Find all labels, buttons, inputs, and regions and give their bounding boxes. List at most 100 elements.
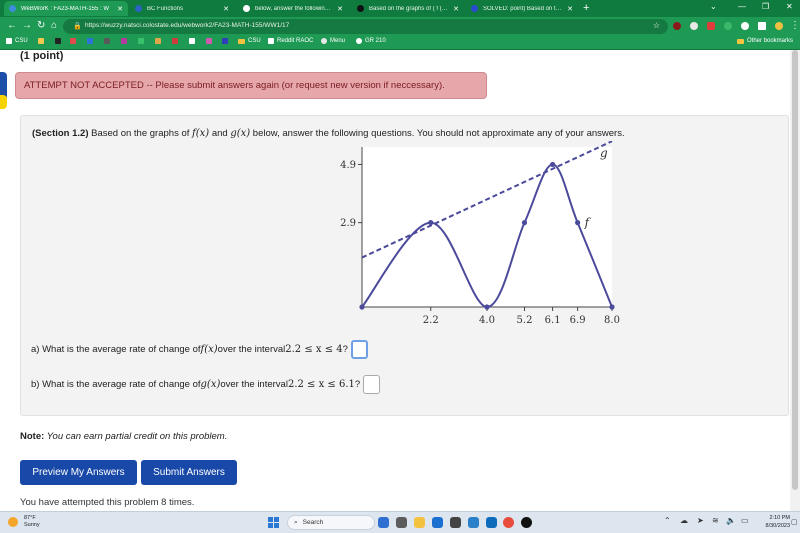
- menu-bookmark-icon: [321, 38, 327, 44]
- tab-webwork[interactable]: WeBWorK : FA23-MATH-155 : W ✕: [4, 1, 128, 16]
- back-icon[interactable]: ←: [7, 20, 17, 32]
- tab-title: WeBWorK : FA23-MATH-155 : W: [21, 5, 110, 12]
- extension-icon[interactable]: [673, 22, 681, 30]
- tab-search-icon[interactable]: ⌄: [710, 2, 717, 11]
- bookmark-icon[interactable]: [155, 38, 164, 44]
- chrome-icon[interactable]: [503, 517, 514, 528]
- media-icon[interactable]: [521, 517, 532, 528]
- question-a: a) What is the average rate of change of…: [31, 340, 368, 359]
- tray-chevron-icon[interactable]: ⌃: [664, 516, 671, 525]
- mail-icon[interactable]: [468, 517, 479, 528]
- bookmark-icon[interactable]: [70, 38, 79, 44]
- close-icon[interactable]: ✕: [117, 5, 123, 13]
- data-point: [550, 161, 556, 168]
- new-tab-button[interactable]: +: [583, 2, 589, 14]
- temperature: 87°F: [24, 515, 36, 521]
- reload-icon[interactable]: ↻: [37, 20, 45, 32]
- forward-icon[interactable]: →: [22, 20, 32, 32]
- volume-icon[interactable]: 🔈: [726, 516, 736, 525]
- attempts-text: You have attempted this problem 8 times.: [20, 497, 195, 508]
- tab-solved[interactable]: SOLVED: point) Based on the gra ✕: [466, 1, 578, 16]
- wifi-icon[interactable]: ≋: [712, 516, 719, 525]
- bookmark-icon[interactable]: [222, 38, 231, 44]
- bookmark-icon[interactable]: [189, 38, 198, 44]
- preview-answers-button[interactable]: Preview My Answers: [20, 460, 137, 485]
- extension-icon[interactable]: [724, 22, 732, 30]
- sun-icon: [8, 517, 18, 527]
- taskbar-clock[interactable]: 2:10 PM 8/30/2023: [755, 514, 790, 530]
- app-icon[interactable]: [486, 517, 497, 528]
- data-point: [609, 304, 615, 310]
- home-icon[interactable]: ⌂: [51, 20, 57, 32]
- other-bookmarks[interactable]: Other bookmarks: [737, 38, 793, 44]
- battery-icon[interactable]: ▭: [741, 516, 749, 525]
- bookmark-star-icon[interactable]: ☆: [653, 21, 660, 30]
- function-graph: 2.2 4.0 5.2 6.1 6.9 8.04.92.9 fg: [340, 141, 620, 326]
- extension-icon[interactable]: [707, 22, 715, 30]
- bookmark-icon[interactable]: [138, 38, 147, 44]
- attempt-alert: ATTEMPT NOT ACCEPTED -- Please submit an…: [15, 72, 487, 99]
- tab-favicon-icon: [357, 5, 364, 12]
- taskbar-search[interactable]: ⌕ Search: [287, 515, 375, 530]
- bookmark-icon[interactable]: [121, 38, 130, 44]
- bookmark-menu[interactable]: Menu: [321, 38, 345, 44]
- browser-tab-strip: WeBWorK : FA23-MATH-155 : W ✕ BC Functio…: [0, 0, 800, 17]
- bookmark-icon[interactable]: [104, 38, 113, 44]
- bookmark-gr210[interactable]: GR 210: [356, 38, 386, 44]
- reddit-icon: [268, 38, 274, 44]
- x-tick-label: 4.0: [479, 315, 495, 326]
- x-tick-label: 5.2: [517, 315, 533, 326]
- bing-icon[interactable]: [378, 517, 389, 528]
- menu-kebab-icon[interactable]: ⋮: [790, 20, 800, 32]
- notification-icon[interactable]: ▢: [791, 518, 798, 526]
- location-icon[interactable]: ➤: [697, 516, 704, 525]
- tab-based-on-graphs[interactable]: Based on the graphs of ( f ( x ) a ✕: [352, 1, 464, 16]
- bookmark-icon[interactable]: [55, 38, 64, 44]
- close-icon[interactable]: ✕: [337, 5, 343, 13]
- windows-start-icon[interactable]: [268, 517, 279, 528]
- bookmark-reddit-raoc[interactable]: Reddit RAOC: [268, 38, 313, 44]
- scrollbar[interactable]: [790, 50, 800, 511]
- cloud-icon[interactable]: ☁: [680, 516, 688, 525]
- close-icon[interactable]: ✕: [453, 5, 459, 13]
- bookmark-icon[interactable]: [38, 38, 47, 44]
- task-view-icon[interactable]: [396, 517, 407, 528]
- scrollbar-thumb[interactable]: [792, 50, 798, 490]
- minimize-icon[interactable]: —: [738, 2, 746, 11]
- x-tick-label: 8.0: [604, 315, 620, 326]
- close-icon[interactable]: ✕: [223, 5, 229, 13]
- profile-avatar-icon[interactable]: [775, 22, 783, 30]
- close-icon[interactable]: ✕: [567, 5, 573, 13]
- webwork-favicon-icon: [9, 5, 16, 12]
- extensions-puzzle-icon[interactable]: [741, 22, 749, 30]
- bookmark-icon[interactable]: [87, 38, 96, 44]
- address-toolbar: ← → ↻ ⌂ 🔒 https://wuzzy.natsci.colostate…: [0, 17, 800, 36]
- bookmark-icon[interactable]: [172, 38, 181, 44]
- edge-icon[interactable]: [432, 517, 443, 528]
- close-window-icon[interactable]: ✕: [786, 2, 793, 11]
- address-bar[interactable]: 🔒 https://wuzzy.natsci.colostate.edu/web…: [63, 19, 668, 34]
- interval-a: 2.2 ≤ x ≤ 4: [285, 344, 343, 355]
- submit-answers-button[interactable]: Submit Answers: [141, 460, 237, 485]
- bookmark-folder-csu[interactable]: CSU: [238, 38, 261, 44]
- plot-area: [362, 147, 612, 307]
- answer-a-input[interactable]: [350, 340, 368, 359]
- file-explorer-icon[interactable]: [414, 517, 425, 528]
- bookmark-csu[interactable]: CSU: [6, 38, 28, 44]
- bookmark-icon[interactable]: [206, 38, 215, 44]
- sidepanel-icon[interactable]: [758, 22, 766, 30]
- tab-bc-functions[interactable]: BC Functions ✕: [130, 1, 234, 16]
- weather-widget[interactable]: 87°F Sunny: [8, 515, 40, 529]
- extension-icon[interactable]: [690, 22, 698, 30]
- answer-b-input[interactable]: [363, 375, 381, 394]
- bookmarks-bar: CSU CSU Reddit RAOC Menu GR 210 Other bo…: [0, 36, 800, 50]
- url-text[interactable]: https://wuzzy.natsci.colostate.edu/webwo…: [85, 22, 289, 29]
- restore-icon[interactable]: ❐: [762, 2, 769, 11]
- store-icon[interactable]: [450, 517, 461, 528]
- tab-google-search[interactable]: below, answer the following que ✕: [238, 1, 348, 16]
- search-icon: ⌕: [294, 518, 298, 526]
- section-label: (Section 1.2): [32, 128, 89, 139]
- lock-icon: 🔒: [73, 23, 82, 30]
- problem-points: (1 point): [20, 50, 64, 62]
- sidebar-marker-tab[interactable]: [0, 95, 7, 109]
